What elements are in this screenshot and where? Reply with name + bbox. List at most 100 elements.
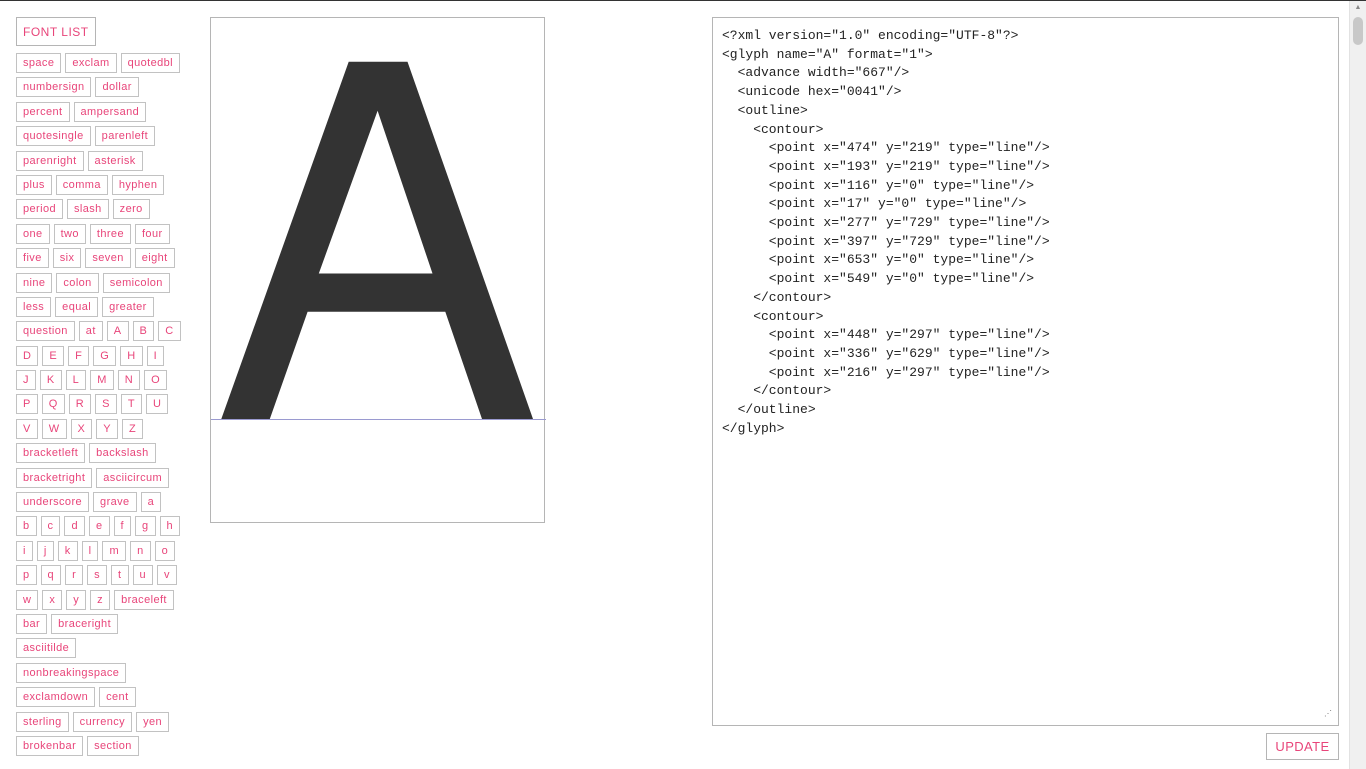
- glyph-button[interactable]: slash: [66, 199, 109, 220]
- glyph-button[interactable]: x: [42, 589, 63, 610]
- glyph-button[interactable]: greater: [102, 296, 154, 317]
- glyph-button[interactable]: b: [16, 516, 37, 537]
- glyph-button[interactable]: g: [134, 516, 156, 537]
- glyph-button[interactable]: underscore: [16, 492, 90, 513]
- glyph-button[interactable]: three: [89, 223, 131, 244]
- glyph-button[interactable]: S: [95, 394, 117, 415]
- glyph-button[interactable]: q: [40, 565, 62, 586]
- glyph-button[interactable]: N: [117, 370, 141, 391]
- glyph-button[interactable]: Y: [96, 418, 119, 439]
- glyph-button[interactable]: dollar: [95, 77, 139, 98]
- glyph-button[interactable]: l: [81, 540, 99, 561]
- glyph-button[interactable]: s: [87, 565, 108, 586]
- glyph-button[interactable]: six: [52, 248, 82, 269]
- glyph-button[interactable]: C: [158, 321, 181, 342]
- glyph-button[interactable]: W: [41, 418, 67, 439]
- glyph-button[interactable]: percent: [16, 101, 70, 122]
- scrollbar-thumb[interactable]: [1353, 17, 1363, 45]
- glyph-button[interactable]: plus: [16, 174, 52, 195]
- glyph-button[interactable]: D: [16, 345, 39, 366]
- glyph-button[interactable]: w: [16, 589, 39, 610]
- glyph-button[interactable]: z: [90, 589, 111, 610]
- glyph-button[interactable]: O: [144, 370, 168, 391]
- glyph-button[interactable]: bar: [16, 613, 48, 634]
- glyph-button[interactable]: I: [146, 345, 165, 366]
- glyph-button[interactable]: h: [159, 516, 181, 537]
- glyph-button[interactable]: at: [78, 321, 103, 342]
- glyph-button[interactable]: e: [88, 516, 110, 537]
- glyph-button[interactable]: X: [70, 418, 93, 439]
- glyph-button[interactable]: a: [140, 492, 162, 513]
- glyph-button[interactable]: M: [90, 370, 114, 391]
- glyph-button[interactable]: quotedbl: [120, 53, 181, 73]
- glyph-button[interactable]: asciicircum: [96, 467, 170, 488]
- glyph-button[interactable]: numbersign: [16, 77, 92, 98]
- glyph-button[interactable]: U: [145, 394, 169, 415]
- glyph-button[interactable]: cent: [99, 687, 136, 708]
- glyph-button[interactable]: o: [154, 540, 176, 561]
- glyph-button[interactable]: colon: [56, 272, 99, 293]
- glyph-button[interactable]: G: [93, 345, 117, 366]
- glyph-button[interactable]: A: [106, 321, 129, 342]
- glyph-button[interactable]: section: [87, 735, 139, 756]
- glyph-button[interactable]: one: [16, 223, 50, 244]
- glyph-button[interactable]: L: [65, 370, 87, 391]
- glyph-button[interactable]: braceright: [51, 613, 119, 634]
- glyph-button[interactable]: two: [53, 223, 86, 244]
- glyph-button[interactable]: asciitilde: [16, 638, 77, 659]
- glyph-button[interactable]: B: [132, 321, 155, 342]
- glyph-button[interactable]: yen: [136, 711, 169, 732]
- glyph-button[interactable]: nonbreakingspace: [16, 662, 127, 683]
- glyph-button[interactable]: V: [16, 418, 38, 439]
- glyph-button[interactable]: grave: [93, 492, 137, 513]
- glyph-button[interactable]: y: [66, 589, 87, 610]
- glyph-button[interactable]: semicolon: [102, 272, 170, 293]
- glyph-button[interactable]: bracketleft: [16, 443, 86, 464]
- glyph-button[interactable]: H: [120, 345, 143, 366]
- font-list-button[interactable]: FONT LIST: [16, 17, 96, 46]
- glyph-button[interactable]: zero: [112, 199, 150, 220]
- glyph-button[interactable]: f: [113, 516, 131, 537]
- glyph-button[interactable]: t: [111, 565, 129, 586]
- page-scrollbar[interactable]: ▲: [1349, 1, 1366, 769]
- glyph-button[interactable]: asterisk: [87, 150, 143, 171]
- glyph-button[interactable]: Q: [41, 394, 65, 415]
- glyph-button[interactable]: k: [57, 540, 78, 561]
- glyph-button[interactable]: four: [134, 223, 170, 244]
- glyph-button[interactable]: bracketright: [16, 467, 93, 488]
- glyph-button[interactable]: P: [16, 394, 38, 415]
- glyph-button[interactable]: question: [16, 321, 75, 342]
- glyph-button[interactable]: r: [65, 565, 84, 586]
- glyph-button[interactable]: five: [16, 248, 49, 269]
- glyph-button[interactable]: E: [42, 345, 65, 366]
- glyph-button[interactable]: currency: [72, 711, 133, 732]
- glyph-button[interactable]: j: [36, 540, 54, 561]
- glyph-button[interactable]: quotesingle: [16, 126, 91, 147]
- glyph-button[interactable]: ampersand: [73, 101, 147, 122]
- glyph-button[interactable]: hyphen: [111, 174, 165, 195]
- glyph-button[interactable]: period: [16, 199, 63, 220]
- glyph-button[interactable]: exclamdown: [16, 687, 96, 708]
- glyph-button[interactable]: seven: [85, 248, 131, 269]
- glyph-button[interactable]: backslash: [89, 443, 156, 464]
- glyph-button[interactable]: u: [132, 565, 154, 586]
- glyph-button[interactable]: parenleft: [94, 126, 156, 147]
- glyph-button[interactable]: less: [16, 296, 52, 317]
- glyph-button[interactable]: R: [68, 394, 92, 415]
- glyph-button[interactable]: v: [157, 565, 177, 586]
- resize-grip-icon[interactable]: ⋰: [1324, 711, 1332, 719]
- glyph-button[interactable]: equal: [55, 296, 99, 317]
- glyph-button[interactable]: p: [16, 565, 37, 586]
- glyph-button[interactable]: brokenbar: [16, 735, 84, 756]
- glyph-button[interactable]: c: [40, 516, 61, 537]
- glyph-button[interactable]: sterling: [16, 711, 69, 732]
- glyph-button[interactable]: n: [130, 540, 151, 561]
- glyph-button[interactable]: space: [16, 53, 62, 73]
- glyph-button[interactable]: parenright: [16, 150, 84, 171]
- glyph-button[interactable]: J: [16, 370, 36, 391]
- glyph-button[interactable]: i: [16, 540, 33, 561]
- glyph-button[interactable]: K: [39, 370, 62, 391]
- glyph-button[interactable]: T: [120, 394, 142, 415]
- glif-xml-editor[interactable]: <?xml version="1.0" encoding="UTF-8"?> <…: [712, 17, 1339, 726]
- glyph-button[interactable]: braceleft: [114, 589, 174, 610]
